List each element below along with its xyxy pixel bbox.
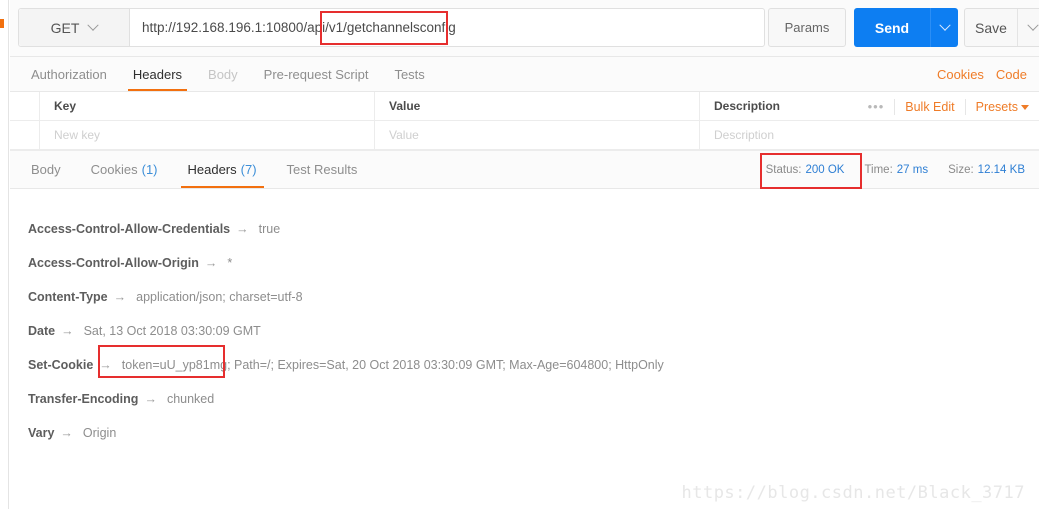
save-button[interactable]: Save [965,9,1017,46]
response-header-value: chunked [166,392,215,406]
save-group: Save [964,8,1039,47]
column-header-value: Value [375,92,700,120]
response-header-name: Transfer-Encoding [28,392,139,406]
tab-response-cookies-label: Cookies [90,162,138,177]
divider [964,98,966,115]
tab-pre-request-script[interactable]: Pre-request Script [251,57,382,91]
arrow-right-icon: → [236,222,249,236]
url-input[interactable]: http://192.168.196.1:10800/api/v1/getcha… [130,9,764,46]
response-header-row: Set-Cookie → token=uU_yp81mg; Path=/; Ex… [28,348,1039,382]
http-method-label: GET [50,19,80,36]
column-header-key: Key [40,92,375,120]
tab-response-headers-count: (7) [240,162,257,177]
request-headers-table: Key Value Description ••• Bulk Edit Pres… [10,92,1039,150]
column-header-description: Description [714,99,781,113]
send-button[interactable]: Send [854,8,930,47]
code-link[interactable]: Code [996,67,1027,82]
row-checkbox-cell[interactable] [10,121,40,149]
request-bar: GET http://192.168.196.1:10800/api/v1/ge… [10,0,1039,57]
divider [894,98,896,115]
response-headers-list: Access-Control-Allow-Credentials → true … [10,190,1039,509]
cookies-link[interactable]: Cookies [937,67,984,82]
left-sidebar-edge [0,0,9,509]
table-header-row: Key Value Description ••• Bulk Edit Pres… [10,92,1039,121]
tab-response-headers[interactable]: Headers (7) [173,151,272,188]
http-method-select[interactable]: GET [19,9,130,46]
tab-body[interactable]: Body [195,57,251,91]
new-description-input[interactable]: Description [700,121,870,149]
response-header-name: Vary [28,426,55,440]
tab-test-results-label: Test Results [286,162,358,177]
tab-authorization[interactable]: Authorization [18,57,120,91]
presets-button[interactable]: Presets [976,100,1029,114]
request-tabs-bar: Authorization Headers Body Pre-request S… [10,57,1039,92]
presets-label: Presets [975,99,1018,114]
table-gutter-cell [10,92,40,120]
response-header-value: application/json; charset=utf-8 [136,290,303,304]
arrow-right-icon: → [61,324,74,338]
table-row[interactable]: New key Value Description [10,121,1039,150]
caret-down-icon [1021,104,1029,110]
response-header-name: Set-Cookie [28,358,94,372]
arrow-right-icon: → [99,358,112,372]
chevron-down-icon [938,19,951,31]
response-header-row: Vary → Origin [28,416,1039,450]
url-group: GET http://192.168.196.1:10800/api/v1/ge… [18,8,765,47]
response-header-name: Date [28,324,56,338]
tab-response-body-label: Body [31,162,61,177]
arrow-right-icon: → [60,426,73,440]
status-badge: Status: 200 OK [766,164,845,176]
params-button[interactable]: Params [768,8,846,47]
response-header-name: Access-Control-Allow-Origin [28,256,199,270]
response-header-value: token=uU_yp81mg; Path=/; Expires=Sat, 20… [121,358,664,372]
chevron-down-icon [87,19,100,31]
time-label: Time: [864,163,893,176]
response-header-value: Sat, 13 Oct 2018 03:30:09 GMT [83,324,261,338]
send-group: Send [854,8,958,47]
tab-response-cookies[interactable]: Cookies (1) [76,151,173,188]
response-header-row: Access-Control-Allow-Credentials → true [28,212,1039,246]
tab-response-cookies-count: (1) [141,162,158,177]
response-header-row: Content-Type → application/json; charset… [28,280,1039,314]
size-label: Size: [948,163,974,176]
time-badge: Time: 27 ms [864,164,928,176]
response-header-row: Access-Control-Allow-Origin → * [28,246,1039,280]
response-header-name: Access-Control-Allow-Credentials [28,222,231,236]
response-tabs-bar: Body Cookies (1) Headers (7) Test Result… [10,150,1039,189]
response-header-value: true [258,222,281,236]
tab-response-headers-label: Headers [187,162,237,177]
new-key-input[interactable]: New key [40,121,375,149]
new-value-input[interactable]: Value [375,121,700,149]
arrow-right-icon: → [144,392,157,406]
watermark: https://blog.csdn.net/Black_3717 [681,483,1025,503]
chevron-down-icon [1026,19,1039,31]
status-value: 200 OK [805,163,845,176]
tab-headers[interactable]: Headers [120,57,195,91]
table-actions: ••• Bulk Edit Presets [868,92,1029,121]
sidebar-active-marker [0,19,4,28]
arrow-right-icon: → [204,256,218,270]
arrow-right-icon: → [113,290,127,304]
response-header-value: Origin [82,426,117,440]
tab-tests[interactable]: Tests [381,57,437,91]
tab-response-body[interactable]: Body [16,151,76,188]
size-value: 12.14 KB [977,163,1025,176]
response-header-name: Content-Type [28,290,108,304]
size-badge: Size: 12.14 KB [948,164,1025,176]
time-value: 27 ms [896,163,929,176]
request-tabs-list: Authorization Headers Body Pre-request S… [10,57,1039,91]
bulk-edit-button[interactable]: Bulk Edit [905,100,954,114]
response-meta: Status: 200 OK Time: 27 ms Size: 12.14 KB [766,151,1025,188]
tab-test-results[interactable]: Test Results [272,151,373,188]
send-options-button[interactable] [930,8,958,47]
response-header-value: * [227,256,233,270]
more-options-icon[interactable]: ••• [868,99,885,114]
request-links: Cookies Code [937,57,1027,91]
status-label: Status: [765,163,802,176]
response-header-row: Transfer-Encoding → chunked [28,382,1039,416]
save-options-button[interactable] [1017,9,1039,46]
response-header-row: Date → Sat, 13 Oct 2018 03:30:09 GMT [28,314,1039,348]
